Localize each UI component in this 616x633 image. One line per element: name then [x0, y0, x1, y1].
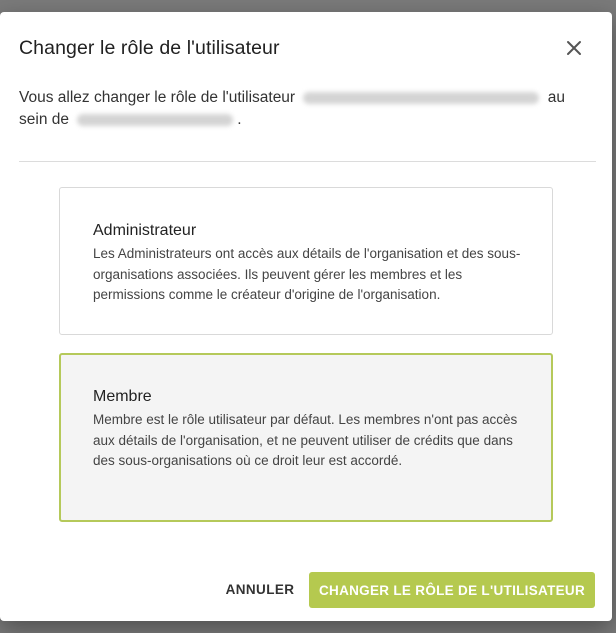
- intro-text-end: .: [237, 111, 242, 128]
- role-description: Membre est le rôle utilisateur par défau…: [93, 412, 518, 468]
- redacted-organization-name: [77, 113, 234, 126]
- role-name: Membre: [93, 388, 152, 405]
- divider: [19, 161, 596, 162]
- change-role-button[interactable]: CHANGER LE RÔLE DE L'UTILISATEUR: [309, 572, 595, 608]
- intro-text-start: Vous allez changer le rôle de l'utilisat…: [19, 89, 296, 106]
- role-name: Administrateur: [93, 222, 197, 239]
- redacted-user-email: [303, 91, 540, 104]
- role-description: Les Administrateurs ont accès aux détail…: [93, 246, 521, 302]
- close-icon[interactable]: [562, 36, 586, 60]
- role-option-membre[interactable]: Membre Membre est le rôle utilisateur pa…: [59, 353, 553, 522]
- intro-text-org-prefix: sein de: [19, 111, 69, 128]
- intro-text-mid: au: [547, 89, 565, 106]
- dialog-intro: Vous allez changer le rôle de l'utilisat…: [19, 87, 589, 131]
- role-option-administrateur[interactable]: Administrateur Les Administrateurs ont a…: [59, 187, 553, 335]
- dialog-title: Changer le rôle de l'utilisateur: [19, 37, 280, 59]
- change-role-dialog: Changer le rôle de l'utilisateur Vous al…: [0, 12, 612, 621]
- cancel-button[interactable]: ANNULER: [218, 572, 302, 606]
